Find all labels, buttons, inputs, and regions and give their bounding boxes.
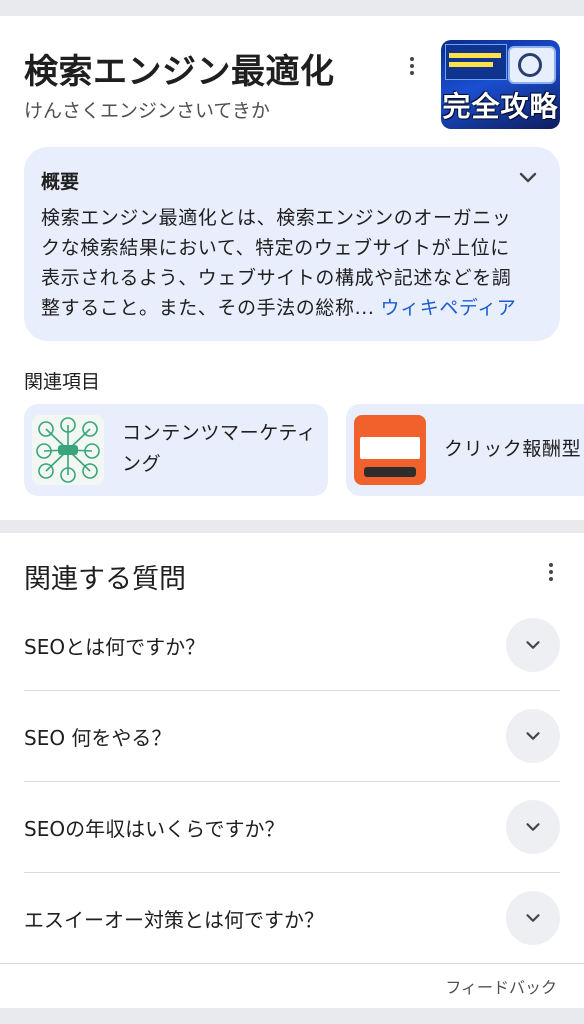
thumbnail-banner (445, 44, 507, 80)
kp-reading: けんさくエンジンさいてきか (24, 100, 270, 122)
paa-question[interactable]: SEOの年収はいくらですか？ (24, 782, 560, 873)
more-options-icon[interactable] (539, 558, 563, 586)
expand-button[interactable] (506, 891, 560, 945)
paa-question[interactable]: SEOとは何ですか？ (24, 600, 560, 691)
expand-button[interactable] (506, 618, 560, 672)
paa-question-text: SEOとは何ですか？ (24, 634, 206, 659)
chevron-down-icon (526, 823, 540, 831)
related-topic-chip[interactable]: コンテンツマーケティング (24, 404, 328, 496)
ad-service-thumbnail (354, 415, 426, 485)
more-options-icon[interactable] (400, 52, 424, 80)
overview-line: クな検索結果において、特定のウェブサイトが上位に (41, 237, 510, 259)
overview-line: 整すること。また、その手法の総称... (41, 297, 375, 319)
expand-button[interactable] (506, 800, 560, 854)
chevron-down-icon (526, 641, 540, 649)
overview-line: 表示されるよう、ウェブサイトの構成や記述などを調 (41, 267, 512, 289)
paa-question[interactable]: エスイーオー対策とは何ですか？ (24, 873, 560, 963)
feedback-link[interactable]: フィードバック (445, 974, 557, 998)
chevron-down-icon (526, 732, 540, 740)
overview-heading: 概要 (41, 171, 80, 193)
search-results-page: 検索エンジン最適化 けんさくエンジンさいてきか 完全攻略 概要 検索エンジン最適… (0, 0, 584, 1024)
related-topics-heading: 関連項目 (24, 371, 101, 393)
kp-title: 検索エンジン最適化 (24, 52, 335, 92)
wikipedia-link[interactable]: ウィキペディア (375, 293, 517, 323)
related-topic-label: コンテンツマーケティング (122, 422, 317, 475)
expand-button[interactable] (506, 709, 560, 763)
related-topic-label: クリック報酬型 (444, 438, 582, 460)
paa-question[interactable]: SEO 何をやる？ (24, 691, 560, 782)
thumbnail-caption: 完全攻略 (442, 90, 559, 123)
paa-question-text: SEOの年収はいくらですか？ (24, 816, 285, 841)
divider (0, 963, 584, 964)
overview-text: 検索エンジン最適化とは、検索エンジンのオーガニッ クな検索結果において、特定のウ… (41, 203, 546, 323)
mindmap-thumbnail (32, 415, 104, 485)
chevron-down-icon[interactable] (516, 165, 540, 189)
paa-title: 関連する質問 (24, 564, 186, 595)
kp-thumbnail-image[interactable]: 完全攻略 (441, 40, 560, 129)
people-also-ask: 関連する質問 SEOとは何ですか？ SEO 何をやる？ SEOの年収はいくらです… (0, 533, 584, 1008)
related-topics-carousel[interactable]: コンテンツマーケティング クリック報酬型 (0, 404, 584, 497)
related-topic-chip[interactable]: クリック報酬型 (346, 404, 584, 496)
knowledge-panel: 検索エンジン最適化 けんさくエンジンさいてきか 完全攻略 概要 検索エンジン最適… (0, 16, 584, 520)
overview-line: 検索エンジン最適化とは、検索エンジンのオーガニッ (41, 207, 512, 229)
chevron-down-icon (526, 914, 540, 922)
seo-badge-graphic (508, 46, 556, 84)
paa-question-text: エスイーオー対策とは何ですか？ (24, 907, 324, 932)
overview-box: 概要 検索エンジン最適化とは、検索エンジンのオーガニッ クな検索結果において、特… (24, 147, 560, 341)
paa-question-text: SEO 何をやる？ (24, 725, 172, 750)
